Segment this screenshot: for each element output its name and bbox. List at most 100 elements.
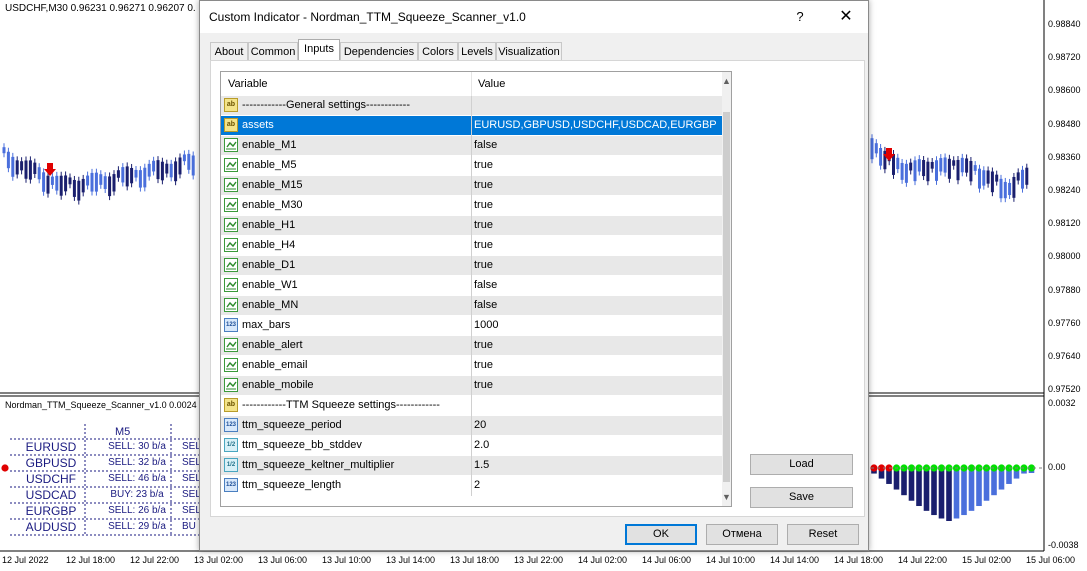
param-value[interactable]: true	[474, 339, 493, 351]
param-row[interactable]: enable_mobile true	[221, 376, 722, 396]
scanner-symbol: EURUSD	[25, 440, 77, 454]
param-value[interactable]: EURUSD,GBPUSD,USDCHF,USDCAD,EURGBP	[474, 119, 717, 131]
candle	[178, 153, 182, 179]
param-row[interactable]: enable_H4 true	[221, 236, 722, 256]
bool-type-icon	[224, 158, 238, 172]
param-value[interactable]: true	[474, 379, 493, 391]
param-row[interactable]: 1/2 ttm_squeeze_bb_stddev 2.0	[221, 436, 722, 456]
scanner-symbol: GBPUSD	[25, 456, 77, 470]
param-row[interactable]: enable_M1 false	[221, 136, 722, 156]
candle	[182, 150, 186, 166]
scroll-thumb[interactable]	[723, 112, 730, 482]
column-divider	[471, 376, 472, 396]
tab-levels[interactable]: Levels	[458, 42, 496, 60]
param-row[interactable]: enable_alert true	[221, 336, 722, 356]
candle	[956, 155, 960, 185]
cancel-button[interactable]: Отмена	[706, 524, 778, 545]
candle	[20, 157, 24, 175]
tab-about[interactable]: About	[210, 42, 248, 60]
scanner-row: AUDUSD SELL: 29 b/a BU	[10, 520, 200, 536]
param-row[interactable]: 123 ttm_squeeze_period 20	[221, 416, 722, 436]
histogram-bar	[938, 469, 945, 519]
price-label: 0.98840	[1048, 19, 1081, 29]
candle	[995, 170, 999, 186]
time-label: 14 Jul 06:00	[642, 555, 692, 565]
vertical-scrollbar[interactable]: ▲ ▼	[722, 72, 731, 506]
candle	[922, 156, 926, 181]
tab-inputs[interactable]: Inputs	[298, 39, 340, 61]
param-row[interactable]: enable_D1 true	[221, 256, 722, 276]
param-value[interactable]: true	[474, 239, 493, 251]
param-row[interactable]: enable_MN false	[221, 296, 722, 316]
grid-header: Variable Value	[221, 72, 721, 97]
param-value[interactable]: false	[474, 139, 497, 151]
time-label: 14 Jul 18:00	[834, 555, 884, 565]
param-value[interactable]: true	[474, 159, 493, 171]
candle	[138, 166, 142, 192]
ok-button[interactable]: OK	[625, 524, 697, 545]
candle	[28, 156, 32, 184]
integer-type-icon: 123	[224, 418, 238, 432]
tab-colors[interactable]: Colors	[418, 42, 458, 60]
candle	[169, 159, 173, 182]
candle	[930, 157, 934, 173]
column-variable[interactable]: Variable	[228, 78, 268, 90]
column-divider	[471, 96, 472, 116]
help-button[interactable]: ?	[788, 6, 812, 28]
dialog-titlebar[interactable]: Custom Indicator - Nordman_TTM_Squeeze_S…	[200, 1, 868, 33]
candle	[900, 158, 904, 184]
scanner-signal: SELL: 26 b/a	[108, 505, 166, 516]
param-value[interactable]: false	[474, 299, 497, 311]
column-divider	[471, 436, 472, 456]
param-row[interactable]: enable_M5 true	[221, 156, 722, 176]
param-name: max_bars	[242, 319, 291, 331]
param-value[interactable]: true	[474, 219, 493, 231]
param-value[interactable]: true	[474, 179, 493, 191]
param-value[interactable]: 2.0	[474, 439, 489, 451]
scroll-up-icon[interactable]: ▲	[722, 72, 731, 90]
time-label: 15 Jul 02:00	[962, 555, 1012, 565]
param-row[interactable]: ab ------------General settings----------…	[221, 96, 722, 116]
column-divider	[471, 236, 472, 256]
tab-dependencies[interactable]: Dependencies	[340, 42, 418, 60]
param-row[interactable]: 123 ttm_squeeze_length 2	[221, 476, 722, 496]
param-name: enable_M1	[242, 139, 297, 151]
param-row[interactable]: 123 max_bars 1000	[221, 316, 722, 336]
param-value[interactable]: true	[474, 199, 493, 211]
integer-type-icon: 123	[224, 318, 238, 332]
param-name: enable_M30	[242, 199, 303, 211]
load-button[interactable]: Load	[750, 454, 853, 475]
param-row[interactable]: ab ------------TTM Squeeze settings------…	[221, 396, 722, 416]
header-divider[interactable]	[471, 72, 472, 96]
param-row[interactable]: enable_email true	[221, 356, 722, 376]
time-label: 13 Jul 10:00	[322, 555, 372, 565]
param-row[interactable]: enable_M30 true	[221, 196, 722, 216]
param-value[interactable]: true	[474, 259, 493, 271]
param-value[interactable]: 1000	[474, 319, 498, 331]
param-value[interactable]: true	[474, 359, 493, 371]
close-button[interactable]: ✕	[832, 6, 860, 28]
param-value[interactable]: false	[474, 279, 497, 291]
column-value[interactable]: Value	[478, 78, 505, 90]
sub-price-label: 0.0032	[1048, 398, 1076, 408]
param-row[interactable]: 1/2 ttm_squeeze_keltner_multiplier 1.5	[221, 456, 722, 476]
string-type-icon: ab	[224, 118, 238, 132]
candle	[960, 153, 964, 177]
scroll-down-icon[interactable]: ▼	[722, 488, 731, 506]
integer-type-icon: 123	[224, 478, 238, 492]
param-value[interactable]: 1.5	[474, 459, 489, 471]
price-label: 0.97880	[1048, 284, 1081, 295]
reset-button[interactable]: Reset	[787, 524, 859, 545]
param-row[interactable]: enable_W1 false	[221, 276, 722, 296]
tab-common[interactable]: Common	[248, 42, 298, 60]
param-row[interactable]: ab assets EURUSD,GBPUSD,USDCHF,USDCAD,EURG…	[221, 116, 722, 136]
save-button[interactable]: Save	[750, 487, 853, 508]
param-row[interactable]: enable_H1 true	[221, 216, 722, 236]
param-row[interactable]: enable_M15 true	[221, 176, 722, 196]
candle	[969, 156, 973, 186]
param-value[interactable]: 20	[474, 419, 486, 431]
subwindow-title: Nordman_TTM_Squeeze_Scanner_v1.0 0.0024	[5, 400, 197, 410]
param-value[interactable]: 2	[474, 479, 480, 491]
inputs-panel: Variable Value ab ------------General set…	[210, 60, 865, 517]
tab-visualization[interactable]: Visualization	[496, 42, 562, 60]
